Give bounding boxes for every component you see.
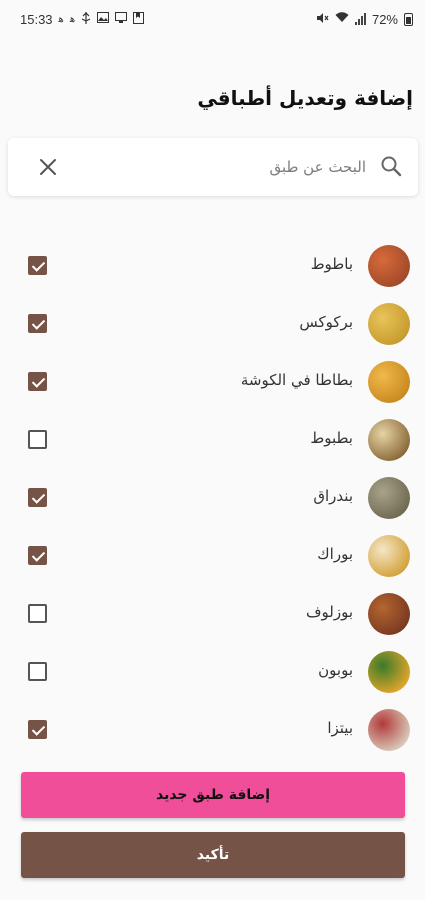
dish-checkbox[interactable] [28, 430, 47, 449]
dish-thumbnail [368, 303, 410, 345]
list-item[interactable]: بوبون [0, 643, 425, 701]
dish-label: بيتزا [327, 719, 353, 737]
dish-label: بطاطا في الكوشة [240, 371, 353, 389]
dish-checkbox[interactable] [28, 604, 47, 623]
dish-checkbox[interactable] [28, 372, 47, 391]
add-dish-button[interactable]: إضافة طبق جديد [21, 772, 405, 818]
list-item[interactable]: بيتزا [0, 701, 425, 759]
dish-checkbox[interactable] [28, 720, 47, 739]
search-input[interactable] [116, 138, 366, 196]
list-item[interactable]: بوزلوف [0, 585, 425, 643]
bookmark-icon [133, 11, 145, 27]
dish-thumbnail [368, 535, 410, 577]
close-icon[interactable] [36, 155, 60, 179]
battery-percent: 72% [371, 11, 398, 27]
dish-checkbox[interactable] [28, 256, 47, 275]
dish-thumbnail [368, 593, 410, 635]
dish-thumbnail [368, 709, 410, 751]
list-item[interactable]: بطاطا في الكوشة [0, 353, 425, 411]
dish-label: باطوط [310, 255, 353, 273]
mute-icon [316, 12, 329, 27]
dish-checkbox[interactable] [28, 314, 47, 333]
dish-list: باطوط بركوكس بطاطا في الكوشة بطبوط بندراق بور… [0, 237, 425, 759]
dish-thumbnail [368, 419, 410, 461]
dish-thumbnail [368, 361, 410, 403]
status-time: 15:33 [20, 11, 53, 27]
dish-label: بركوكس [299, 313, 353, 331]
status-right: 72% [316, 12, 413, 27]
dish-checkbox[interactable] [28, 488, 47, 507]
list-item[interactable]: باطوط [0, 237, 425, 295]
screen-icon [115, 12, 128, 26]
list-item[interactable]: بندراق [0, 469, 425, 527]
battery-icon [404, 12, 413, 26]
hijri-icon: ﻫ [69, 13, 76, 25]
search-icon[interactable] [380, 155, 402, 177]
dish-label: بندراق [313, 487, 353, 505]
usb-icon [81, 11, 91, 27]
list-item[interactable]: بركوكس [0, 295, 425, 353]
list-item[interactable]: بوراك [0, 527, 425, 585]
dish-label: بطبوط [310, 429, 353, 447]
status-bar: 15:33 ﻫ ﻫ 72% [0, 0, 425, 38]
image-icon [97, 12, 110, 26]
wifi-icon [335, 12, 349, 26]
status-left: 15:33 ﻫ ﻫ [20, 11, 145, 27]
list-item[interactable]: بطبوط [0, 411, 425, 469]
dish-label: بوزلوف [305, 603, 353, 621]
search-bar [8, 138, 418, 196]
dish-label: بوبون [318, 661, 353, 679]
dish-thumbnail [368, 477, 410, 519]
hijri-icon: ﻫ [58, 13, 64, 25]
dish-label: بوراك [317, 545, 353, 563]
confirm-button[interactable]: تأكيد [21, 832, 405, 878]
page-title: إضافة وتعديل أطباقي [197, 86, 413, 110]
signal-icon [354, 13, 366, 25]
dish-checkbox[interactable] [28, 662, 47, 681]
dish-thumbnail [368, 651, 410, 693]
dish-thumbnail [368, 245, 410, 287]
dish-checkbox[interactable] [28, 546, 47, 565]
